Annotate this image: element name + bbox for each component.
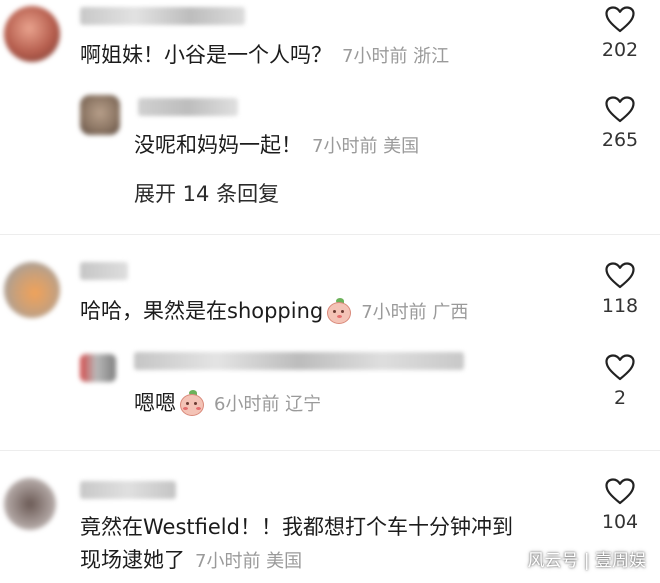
avatar[interactable]: [4, 478, 56, 530]
reply-text: 嗯嗯 6小时前 辽宁: [134, 388, 321, 420]
comment-text: 啊姐妹！小谷是一个人吗？ 7小时前 浙江: [80, 43, 450, 67]
watermark: 风云号 | 壹周娱: [527, 551, 646, 571]
heart-icon: [605, 354, 635, 381]
comment-text-line1: 竟然在Westfield！！我都想打个车十分钟冲到: [80, 515, 513, 539]
like-count: 104: [601, 511, 639, 533]
like-button[interactable]: 2: [590, 354, 650, 409]
reply-text: 没呢和妈妈一起！ 7小时前 美国: [134, 133, 420, 157]
divider: [0, 234, 660, 235]
username-redacted[interactable]: [80, 481, 176, 499]
expand-replies-link[interactable]: 展开 14 条回复: [134, 178, 279, 208]
avatar[interactable]: [4, 6, 60, 62]
username-redacted[interactable]: [80, 7, 245, 25]
like-count: 265: [601, 129, 639, 151]
reply-meta: 6小时前 辽宁: [214, 394, 322, 415]
reply-meta: 7小时前 美国: [312, 136, 420, 157]
comment-text: 哈哈，果然是在shopping 7小时前 广西: [80, 296, 468, 328]
comment-meta: 7小时前 美国: [195, 551, 303, 572]
username-redacted[interactable]: [138, 98, 238, 116]
username-redacted[interactable]: [80, 262, 128, 280]
like-button[interactable]: 104: [590, 478, 650, 533]
heart-icon: [605, 478, 635, 505]
like-count: 118: [601, 295, 639, 317]
username-redacted[interactable]: [134, 352, 464, 370]
heart-icon: [605, 6, 635, 33]
avatar[interactable]: [80, 95, 120, 135]
like-count: 2: [613, 387, 627, 409]
divider: [0, 450, 660, 451]
like-count: 202: [601, 39, 639, 61]
heart-icon: [605, 262, 635, 289]
comment-meta: 7小时前 广西: [361, 302, 469, 323]
peach-emoji-icon: [178, 390, 206, 418]
peach-emoji-icon: [325, 298, 353, 326]
like-button[interactable]: 202: [590, 6, 650, 61]
heart-icon: [605, 96, 635, 123]
like-button[interactable]: 118: [590, 262, 650, 317]
like-button[interactable]: 265: [590, 96, 650, 151]
comment-text-line2: 现场逮她了 7小时前 美国: [80, 548, 303, 572]
avatar[interactable]: [4, 262, 60, 318]
comment-meta: 7小时前 浙江: [342, 46, 450, 67]
avatar[interactable]: [80, 354, 116, 382]
